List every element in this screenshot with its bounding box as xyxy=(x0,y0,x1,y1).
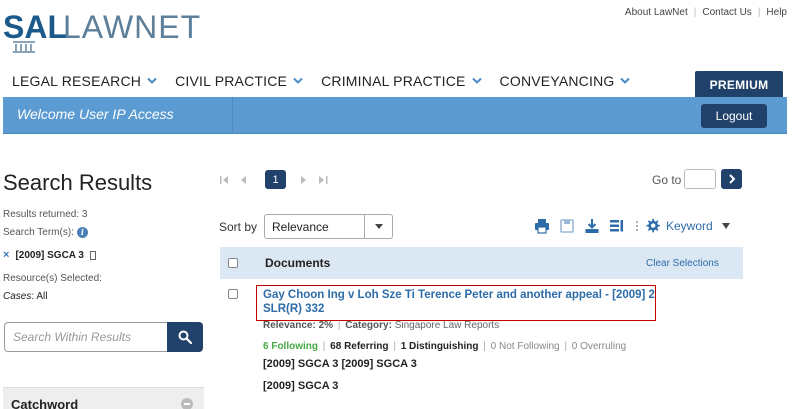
save-icon[interactable] xyxy=(559,218,575,234)
welcome-divider xyxy=(232,97,233,134)
top-links: About LawNet | Contact Us | Help xyxy=(625,7,787,18)
result-title-link[interactable]: Gay Choon Ing v Loh Sze Ti Terence Peter… xyxy=(263,288,655,316)
result-citation-line: [2009] SGCA 3 [2009] SGCA 3 xyxy=(263,358,417,370)
logo-pillars-icon xyxy=(13,41,35,53)
sort-selected-value: Relevance xyxy=(272,219,329,234)
search-term-chip: × [2009] SGCA 3 xyxy=(3,249,96,261)
logo-lawnet-text: LAWNET xyxy=(63,9,202,45)
first-page-icon[interactable] xyxy=(219,175,235,185)
next-page-icon[interactable] xyxy=(296,175,312,185)
settings-icon xyxy=(646,218,660,233)
search-terms-label: Search Term(s): xyxy=(3,227,74,239)
distinguishing-count[interactable]: 1 Distinguishing xyxy=(401,341,479,352)
search-term-text: [2009] SGCA 3 xyxy=(15,249,84,261)
goto-page-input[interactable] xyxy=(684,169,716,189)
caret-down-icon xyxy=(374,224,383,229)
remove-term-icon[interactable]: × xyxy=(3,249,9,261)
results-toolbar xyxy=(534,218,640,234)
cases-value: : All xyxy=(31,291,48,302)
catchword-label: Catchword xyxy=(11,397,79,409)
prev-page-icon[interactable] xyxy=(237,175,253,185)
nav-item-label: CONVEYANCING xyxy=(499,73,615,89)
chevron-down-icon xyxy=(471,77,482,84)
search-within-input[interactable]: Search Within Results xyxy=(4,322,168,352)
nav-criminal-practice[interactable]: CRIMINAL PRACTICE xyxy=(321,73,482,89)
result-meta: Relevance: 2% | Category: Singapore Law … xyxy=(263,320,500,331)
nav-item-label: CRIMINAL PRACTICE xyxy=(321,73,466,89)
sort-caret xyxy=(364,215,392,238)
search-within-placeholder: Search Within Results xyxy=(13,330,131,344)
help-link[interactable]: Help xyxy=(766,7,787,18)
citation-stats: 6 Following | 68 Referring | 1 Distingui… xyxy=(263,341,627,352)
page-title: Search Results xyxy=(3,170,153,195)
download-icon[interactable] xyxy=(584,218,600,234)
premium-button[interactable]: PREMIUM xyxy=(695,71,783,98)
relevance-value: 2% xyxy=(318,320,334,331)
goto-button[interactable] xyxy=(721,169,742,189)
welcome-bar: Welcome User IP Access Logout xyxy=(3,97,787,134)
select-all-checkbox[interactable] xyxy=(228,258,238,268)
sal-lawnet-logo[interactable]: SAL LAWNET xyxy=(3,9,200,53)
chevron-down-icon xyxy=(147,77,157,84)
documents-title: Documents xyxy=(265,256,331,270)
chevron-right-icon xyxy=(728,174,735,184)
pagination: 1 xyxy=(219,170,332,189)
chevron-down-icon xyxy=(620,77,631,84)
category-label: Category: xyxy=(345,320,392,331)
nav-item-label: LEGAL RESEARCH xyxy=(12,73,142,89)
search-icon xyxy=(178,330,192,344)
goto-label: Go to xyxy=(652,173,682,187)
not-following-count: 0 Not Following xyxy=(490,341,560,352)
caret-down-icon xyxy=(721,222,730,229)
print-icon[interactable] xyxy=(534,218,550,234)
about-lawnet-link[interactable]: About LawNet xyxy=(625,7,688,18)
following-count[interactable]: 6 Following xyxy=(263,341,318,352)
cases-label: Cases xyxy=(3,291,32,302)
result-checkbox[interactable] xyxy=(228,289,238,299)
top-link-separator: | xyxy=(693,7,697,18)
chevron-down-icon xyxy=(293,77,303,84)
nav-item-label: CIVIL PRACTICE xyxy=(175,73,288,89)
term-box-icon xyxy=(89,250,96,260)
page-number-current[interactable]: 1 xyxy=(265,170,286,189)
logo-sal-text: SAL xyxy=(3,9,67,45)
catchword-panel[interactable]: Catchword xyxy=(3,387,204,409)
documents-header: Documents Clear Selections xyxy=(220,247,743,279)
overruling-count: 0 Overruling xyxy=(571,341,627,352)
nav-legal-research[interactable]: LEGAL RESEARCH xyxy=(12,73,157,89)
logout-button[interactable]: Logout xyxy=(701,104,767,128)
keyword-dropdown[interactable]: Keyword xyxy=(645,218,731,233)
search-terms-row: Search Term(s): i xyxy=(3,227,88,238)
more-vertical-icon[interactable] xyxy=(634,218,640,234)
results-returned: Results returned: 3 xyxy=(3,209,88,220)
search-button[interactable] xyxy=(167,322,203,352)
top-link-separator: | xyxy=(757,7,761,18)
last-page-icon[interactable] xyxy=(314,175,330,185)
welcome-text: Welcome User IP Access xyxy=(17,106,174,122)
category-value: Singapore Law Reports xyxy=(394,320,500,331)
nav-civil-practice[interactable]: CIVIL PRACTICE xyxy=(175,73,303,89)
sort-select[interactable]: Relevance xyxy=(264,214,393,239)
collapse-minus-icon[interactable] xyxy=(181,398,193,409)
result-citation-line: [2009] SGCA 3 xyxy=(263,380,339,392)
resources-selected-label: Resource(s) Selected: xyxy=(3,273,102,284)
relevance-label: Relevance: xyxy=(263,320,316,331)
nav-conveyancing[interactable]: CONVEYANCING xyxy=(500,73,631,89)
sort-by-label: Sort by xyxy=(219,220,258,234)
cases-selected: Cases: All xyxy=(3,291,47,302)
main-nav: LEGAL RESEARCH CIVIL PRACTICE CRIMINAL P… xyxy=(12,73,648,89)
keyword-label: Keyword xyxy=(666,218,713,233)
view-options-icon[interactable] xyxy=(609,218,625,234)
referring-count[interactable]: 68 Referring xyxy=(330,341,388,352)
contact-us-link[interactable]: Contact Us xyxy=(702,7,751,18)
info-icon[interactable]: i xyxy=(76,227,88,238)
clear-selections-link[interactable]: Clear Selections xyxy=(646,258,719,269)
